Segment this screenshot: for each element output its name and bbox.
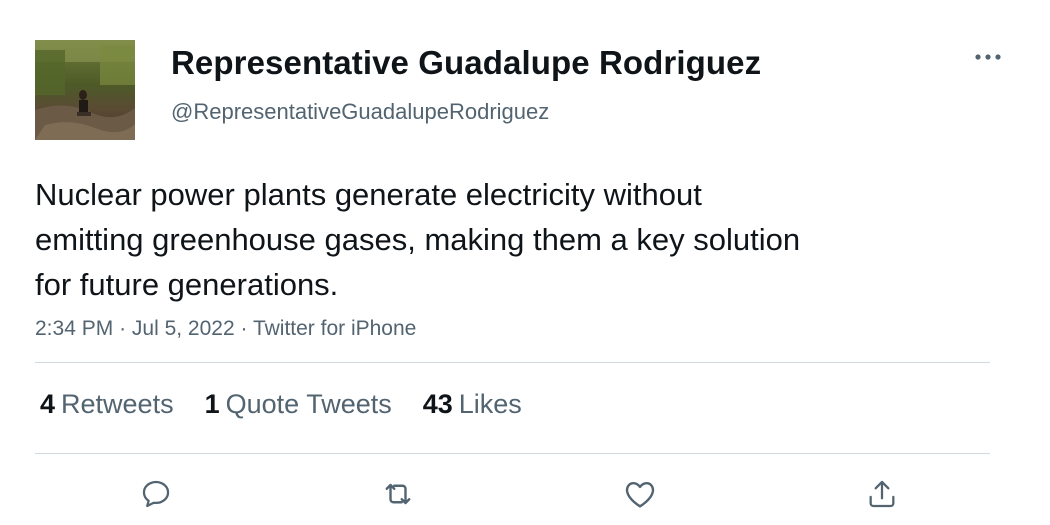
like-icon xyxy=(625,482,655,508)
reply-icon xyxy=(142,480,170,508)
avatar-photo xyxy=(35,40,135,140)
likes-label: Likes xyxy=(458,389,522,419)
more-options-button[interactable] xyxy=(968,44,1008,70)
likes-count: 43 xyxy=(422,389,453,419)
like-button[interactable] xyxy=(620,474,660,514)
tweet-text-line: emitting greenhouse gases, making them a… xyxy=(35,222,801,257)
likes-stat[interactable]: 43 Likes xyxy=(423,387,522,421)
retweets-stat[interactable]: 4 Retweets xyxy=(40,387,174,421)
tweet-time[interactable]: 2:34 PM xyxy=(35,317,113,340)
reply-button[interactable] xyxy=(136,474,176,514)
retweets-label: Retweets xyxy=(61,389,174,419)
retweet-button[interactable] xyxy=(378,474,418,514)
tweet-text: Nuclear power plants generate electricit… xyxy=(35,172,935,307)
tweet-stats: 4 Retweets 1 Quote Tweets 43 Likes xyxy=(40,387,553,421)
quote-tweets-stat[interactable]: 1 Quote Tweets xyxy=(205,387,392,421)
meta-separator: · xyxy=(240,317,253,340)
tweet-date[interactable]: Jul 5, 2022 xyxy=(132,317,235,340)
quote-tweets-count: 1 xyxy=(204,389,220,419)
divider xyxy=(35,362,990,363)
tweet-meta: 2:34 PM · Jul 5, 2022 · Twitter for iPho… xyxy=(35,317,416,341)
avatar[interactable] xyxy=(35,40,135,140)
divider xyxy=(35,453,990,454)
author-display-name[interactable]: Representative Guadalupe Rodriguez xyxy=(171,44,761,82)
author-handle[interactable]: @RepresentativeGuadalupeRodriguez xyxy=(171,99,549,125)
meta-separator: · xyxy=(119,317,132,340)
share-button[interactable] xyxy=(862,474,902,514)
tweet-text-line: Nuclear power plants generate electricit… xyxy=(35,177,702,212)
tweet-source[interactable]: Twitter for iPhone xyxy=(253,317,416,340)
retweets-count: 4 xyxy=(40,389,56,419)
more-icon xyxy=(975,54,1001,60)
tweet-text-line: for future generations. xyxy=(35,267,339,302)
share-icon xyxy=(869,480,895,508)
retweet-icon xyxy=(385,483,411,505)
quote-tweets-label: Quote Tweets xyxy=(225,389,392,419)
